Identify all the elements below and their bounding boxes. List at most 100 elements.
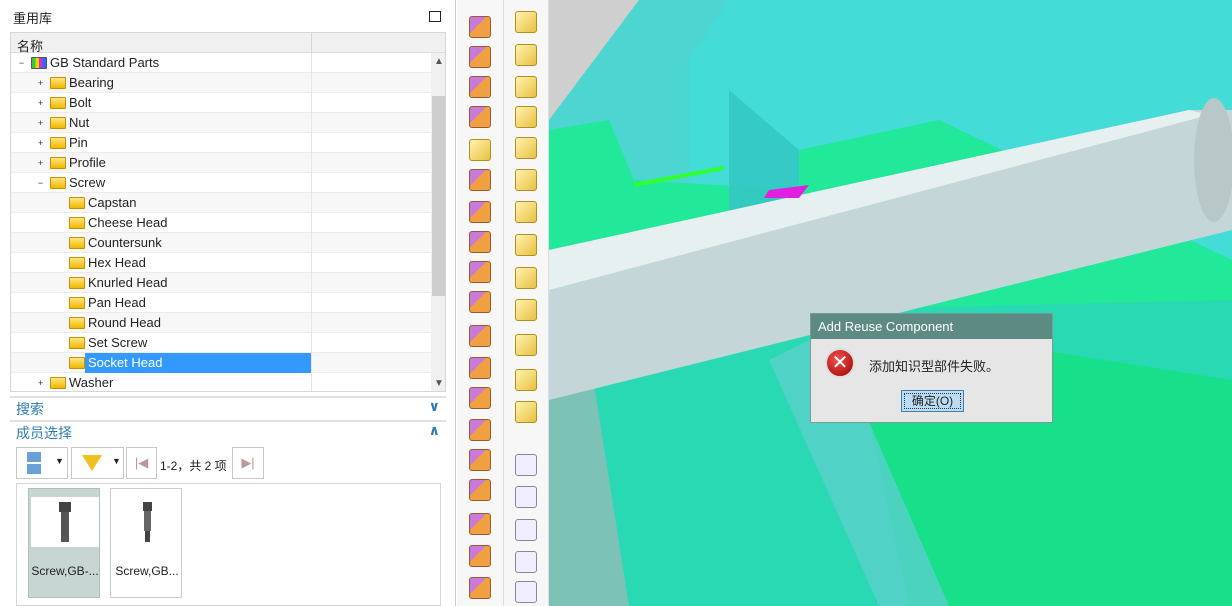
maximize-icon[interactable]: [429, 11, 441, 22]
modeling-tool-icon[interactable]: [469, 513, 491, 535]
modeling-tool-icon[interactable]: [469, 261, 491, 283]
folder-icon: [69, 237, 85, 249]
assembly-tool-icon[interactable]: [515, 11, 537, 33]
assembly-tool-icon[interactable]: [515, 299, 537, 321]
scroll-up-icon[interactable]: ▲: [434, 56, 444, 67]
modeling-tool-icon[interactable]: [469, 231, 491, 253]
column-divider: [311, 353, 312, 373]
member-card[interactable]: Screw,GB...: [110, 488, 182, 598]
member-card[interactable]: Screw,GB-...: [28, 488, 100, 598]
expand-icon[interactable]: +: [36, 119, 45, 128]
tree-item[interactable]: Set Screw: [11, 333, 431, 353]
column-divider[interactable]: [311, 33, 312, 53]
filter-dropdown[interactable]: ▼: [71, 447, 124, 479]
dropdown-arrow-icon: ▼: [55, 456, 64, 466]
assembly-tool-icon[interactable]: [515, 44, 537, 66]
assembly-tool-icon[interactable]: [515, 519, 537, 541]
assembly-tool-icon[interactable]: [515, 486, 537, 508]
folder-icon: [50, 137, 66, 149]
modeling-tool-icon[interactable]: [469, 419, 491, 441]
chevron-up-icon[interactable]: ∧: [429, 422, 440, 439]
assembly-tool-icon[interactable]: [515, 334, 537, 356]
folder-icon: [69, 257, 85, 269]
folder-icon: [69, 337, 85, 349]
modeling-tool-icon[interactable]: [469, 76, 491, 98]
3d-viewport[interactable]: [549, 0, 1232, 606]
tree-item[interactable]: − GB Standard Parts: [11, 53, 431, 73]
search-section-header[interactable]: 搜索 ∨: [10, 396, 446, 417]
ok-button[interactable]: 确定(O): [901, 390, 964, 412]
assembly-tool-icon[interactable]: [515, 76, 537, 98]
folder-icon: [50, 77, 66, 89]
tree-item-label: Bolt: [69, 95, 92, 110]
tree-item[interactable]: + Washer: [11, 373, 431, 391]
assembly-tool-icon[interactable]: [515, 551, 537, 573]
tree-item[interactable]: Pan Head: [11, 293, 431, 313]
member-label: Screw,GB...: [115, 564, 179, 578]
tree-item[interactable]: Socket Head: [11, 353, 431, 373]
assembly-tool-icon[interactable]: [515, 106, 537, 128]
chevron-down-icon[interactable]: ∨: [429, 398, 440, 415]
tree-item[interactable]: Knurled Head: [11, 273, 431, 293]
modeling-tool-icon[interactable]: [469, 387, 491, 409]
tree-item[interactable]: Hex Head: [11, 253, 431, 273]
modeling-tool-icon[interactable]: [469, 46, 491, 68]
tree-scrollbar[interactable]: ▲ ▼: [431, 53, 445, 391]
tree-item[interactable]: + Nut: [11, 113, 431, 133]
collapse-icon[interactable]: −: [17, 59, 26, 68]
assembly-tool-icon[interactable]: [515, 581, 537, 603]
column-divider: [311, 193, 312, 213]
modeling-tool-icon[interactable]: [469, 291, 491, 313]
assembly-tool-icon[interactable]: [515, 201, 537, 223]
expand-icon[interactable]: +: [36, 379, 45, 388]
tree-header: 名称: [11, 33, 445, 54]
expand-icon[interactable]: +: [36, 139, 45, 148]
tree-item[interactable]: − Screw: [11, 173, 431, 193]
tree-item-label: Washer: [69, 375, 114, 390]
first-page-button[interactable]: |◀: [126, 447, 157, 479]
modeling-tool-icon[interactable]: [469, 577, 491, 599]
last-page-button[interactable]: ▶|: [232, 447, 264, 479]
tree-item[interactable]: Cheese Head: [11, 213, 431, 233]
modeling-tool-icon[interactable]: [469, 449, 491, 471]
scroll-down-icon[interactable]: ▼: [434, 378, 444, 389]
modeling-tool-icon[interactable]: [469, 325, 491, 347]
assembly-tool-icon[interactable]: [515, 137, 537, 159]
tree-item-label: Capstan: [88, 195, 137, 210]
scrollbar-thumb[interactable]: [432, 96, 445, 296]
member-select-header[interactable]: 成员选择 ∧: [10, 420, 446, 441]
modeling-tool-icon[interactable]: [469, 479, 491, 501]
column-divider: [311, 373, 312, 391]
assembly-tool-icon[interactable]: [515, 454, 537, 476]
tree-item[interactable]: + Profile: [11, 153, 431, 173]
column-divider: [311, 173, 312, 193]
tree-item[interactable]: Countersunk: [11, 233, 431, 253]
column-divider: [311, 253, 312, 273]
tree-item[interactable]: Capstan: [11, 193, 431, 213]
modeling-tool-icon[interactable]: [469, 545, 491, 567]
dropdown-arrow-icon: ▼: [112, 456, 121, 466]
expand-icon[interactable]: +: [36, 99, 45, 108]
assembly-tool-icon[interactable]: [515, 401, 537, 423]
expand-icon[interactable]: +: [36, 79, 45, 88]
assembly-tool-icon[interactable]: [515, 369, 537, 391]
modeling-tool-icon[interactable]: [469, 106, 491, 128]
assembly-tool-icon[interactable]: [515, 169, 537, 191]
view-mode-dropdown[interactable]: ▼: [16, 447, 68, 479]
modeling-tool-icon[interactable]: [469, 16, 491, 38]
modeling-tool-icon[interactable]: [469, 169, 491, 191]
collapse-icon[interactable]: −: [36, 179, 45, 188]
tree-item[interactable]: + Bearing: [11, 73, 431, 93]
assembly-tool-icon[interactable]: [515, 234, 537, 256]
tree-item[interactable]: + Bolt: [11, 93, 431, 113]
column-divider: [311, 233, 312, 253]
modeling-tool-icon[interactable]: [469, 201, 491, 223]
member-gallery: Screw,GB-... Screw,GB...: [16, 483, 441, 606]
tree-item[interactable]: Round Head: [11, 313, 431, 333]
modeling-tool-icon[interactable]: [469, 357, 491, 379]
tree-item[interactable]: + Pin: [11, 133, 431, 153]
expand-icon[interactable]: +: [36, 159, 45, 168]
column-divider: [311, 133, 312, 153]
modeling-tool-icon[interactable]: [469, 139, 491, 161]
assembly-tool-icon[interactable]: [515, 267, 537, 289]
